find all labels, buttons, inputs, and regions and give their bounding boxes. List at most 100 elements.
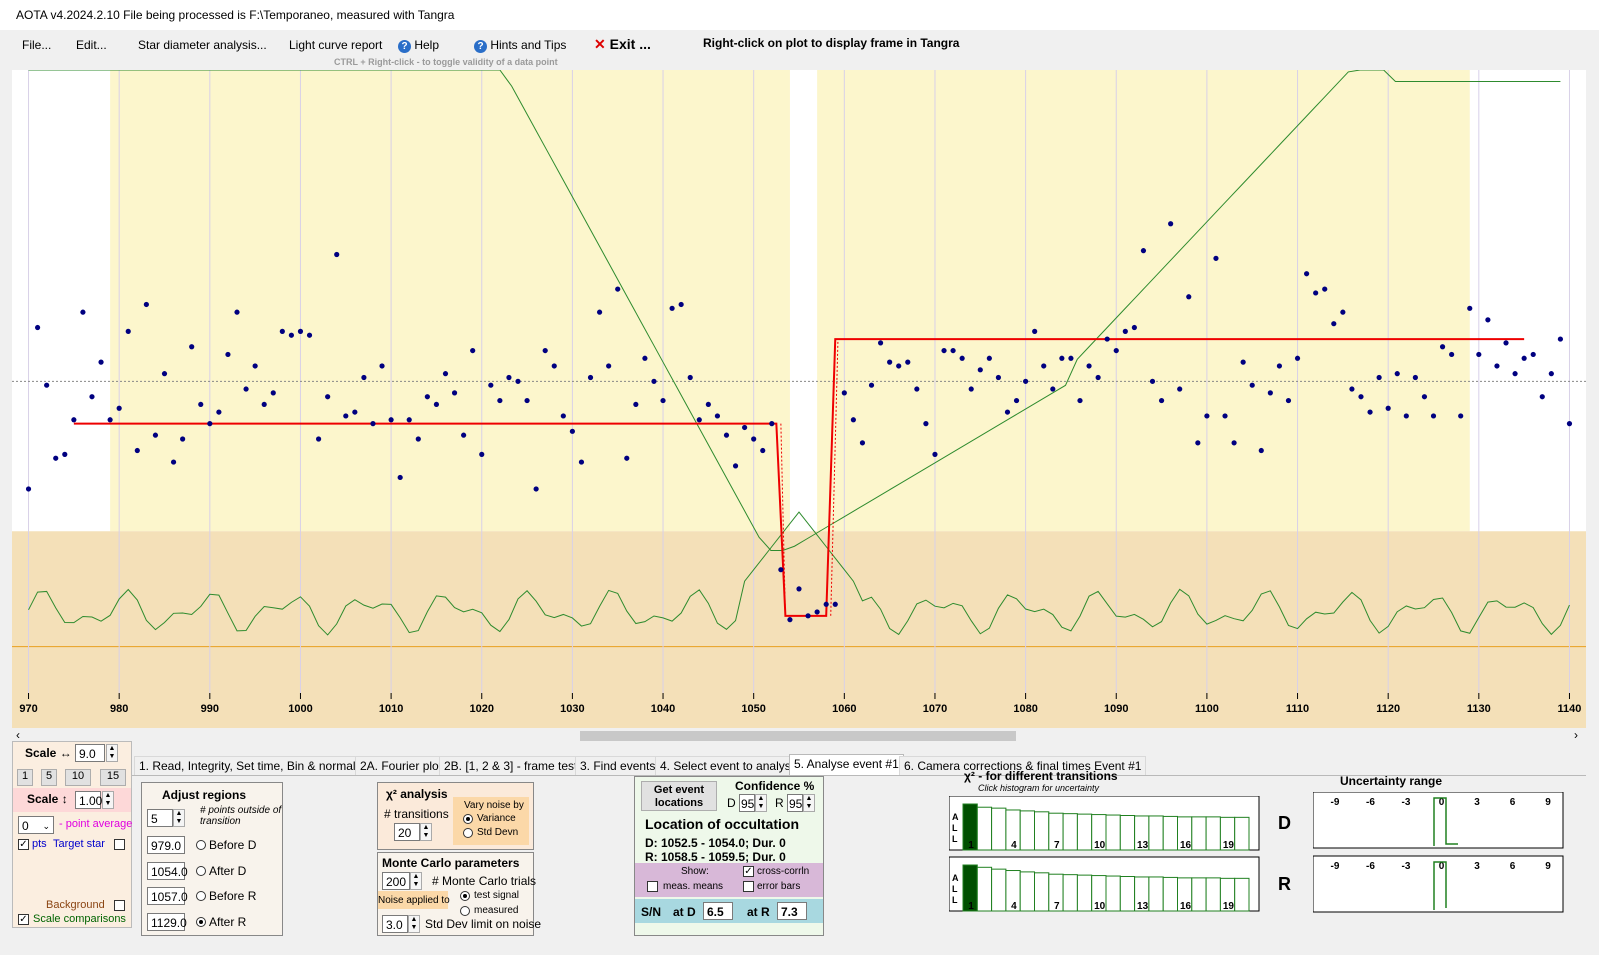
uncertainty-d-plot[interactable]: -9 -6 -3 0 3 6 9 — [1313, 792, 1564, 849]
get-event-locations-button[interactable]: Get event locations — [641, 781, 717, 811]
stddev-limit-spinner[interactable]: ▲ ▼ — [408, 915, 420, 933]
exit-menu[interactable]: ✕ Exit ... — [594, 36, 651, 53]
data-point — [705, 401, 711, 408]
data-point — [932, 451, 938, 457]
scrollbar-thumb[interactable] — [580, 731, 1016, 741]
data-point — [1467, 305, 1473, 311]
x-tick-label: 1030 — [560, 703, 584, 715]
after-r-radio[interactable] — [196, 917, 206, 927]
chi2-histogram-r[interactable]: ALL1 4 7 10 13 16 19 — [949, 856, 1260, 912]
data-point — [859, 440, 866, 446]
plot-scrollbar[interactable]: ‹ › — [12, 728, 1586, 744]
scale-preset-1[interactable]: 1 — [17, 769, 33, 786]
stddev-label: Std Devn — [477, 827, 519, 838]
after-r-input[interactable]: 1129.0 — [147, 913, 187, 931]
before-d-radio[interactable] — [196, 840, 206, 850]
tab-read-integrity[interactable]: 1. Read, Integrity, Set time, Bin & norm… — [134, 756, 376, 775]
variance-radio[interactable] — [463, 814, 473, 824]
meas-means-checkbox[interactable] — [647, 881, 658, 892]
all-label: A — [952, 873, 959, 883]
scale-preset-15[interactable]: 15 — [100, 769, 126, 786]
test-signal-radio[interactable] — [460, 891, 470, 901]
histogram-title: χ² - for different transitions — [964, 769, 1118, 783]
data-point — [216, 409, 222, 415]
error-bars-checkbox[interactable] — [743, 881, 754, 892]
data-point — [787, 617, 793, 623]
transitions-spinner[interactable]: ▲ ▼ — [420, 823, 432, 841]
before-d-input[interactable]: 979.0 — [147, 836, 185, 854]
scale-vertical-spinner[interactable]: ▲ ▼ — [102, 791, 114, 809]
data-point — [1476, 351, 1482, 358]
ctrl-right-click-hint: CTRL + Right-click - to toggle validity … — [334, 57, 558, 67]
data-point — [533, 486, 539, 492]
data-point — [669, 305, 675, 311]
tab-analyse-event[interactable]: 5. Analyse event #1 — [789, 754, 904, 775]
scroll-right-icon[interactable]: › — [1574, 728, 1578, 742]
histogram-bar — [976, 806, 993, 851]
scroll-left-icon[interactable]: ‹ — [16, 728, 20, 742]
data-point — [633, 401, 639, 408]
scale-vertical-label: Scale ↕ — [27, 792, 68, 806]
monte-carlo-trials-spinner[interactable]: ▲ ▼ — [410, 872, 422, 890]
tab-find-events[interactable]: 3. Find events — [575, 756, 661, 775]
uncertainty-tick-label: 9 — [1545, 797, 1551, 808]
data-point — [1258, 447, 1264, 454]
after-d-input[interactable]: 1054.0 — [147, 862, 188, 880]
scale-horizontal-input[interactable]: 9.0 — [75, 744, 105, 762]
point-average-select[interactable]: 0 ⌄ — [18, 816, 54, 834]
data-point — [578, 459, 585, 465]
edit-menu[interactable]: Edit... — [76, 38, 107, 52]
tab-frame-test[interactable]: 2B. [1, 2 & 3] - frame test — [439, 756, 583, 775]
tab-fourier[interactable]: 2A. Fourier plot — [355, 756, 448, 775]
confidence-d-spinner[interactable]: ▲ ▼ — [755, 794, 767, 812]
data-point — [941, 347, 947, 354]
background-checkbox[interactable] — [114, 900, 125, 911]
x-tick-label: 1020 — [470, 703, 494, 715]
scale-preset-10[interactable]: 10 — [65, 769, 91, 786]
hints-menu[interactable]: ? Hints and Tips — [474, 38, 566, 53]
data-point — [1548, 371, 1554, 377]
after-d-radio[interactable] — [196, 866, 206, 876]
scale-vertical-input[interactable]: 1.00 — [75, 791, 102, 809]
location-panel: Get event locations Confidence % D 95 ▲ ▼… — [634, 776, 824, 936]
scale-horizontal-spinner[interactable]: ▲ ▼ — [106, 744, 118, 762]
chi2-histogram-d[interactable]: ALL1 4 7 10 13 16 19 — [949, 796, 1260, 851]
cross-correlation-checkbox[interactable]: ✓ — [743, 866, 754, 877]
data-point — [1095, 374, 1101, 381]
uncertainty-r-plot[interactable]: -9 -6 -3 0 3 6 9 — [1313, 855, 1564, 913]
help-menu[interactable]: ? Help — [398, 38, 439, 53]
stddev-limit-input[interactable]: 3.0 — [382, 915, 408, 933]
scale-comparisons-label: Scale comparisons — [33, 913, 126, 925]
points-outside-input[interactable]: 5 — [147, 809, 173, 827]
target-star-checkbox[interactable] — [114, 839, 125, 850]
light-curve-plot[interactable]: 970 980 990 1000 1010 1020 1030 1040 1050 1060 107… — [12, 70, 1586, 728]
file-menu[interactable]: File... — [22, 38, 51, 52]
confidence-d-input[interactable]: 95 — [739, 794, 755, 812]
help-icon: ? — [474, 40, 487, 53]
light-curve-report-menu[interactable]: Light curve report — [289, 38, 382, 52]
confidence-r-input[interactable]: 95 — [787, 794, 803, 812]
data-point — [1285, 397, 1292, 404]
data-point — [116, 405, 122, 411]
tab-select-event[interactable]: 4. Select event to analyse — [655, 756, 803, 775]
x-tick-label: 990 — [201, 703, 219, 715]
confidence-r-spinner[interactable]: ▲ ▼ — [803, 794, 815, 812]
points-outside-spinner[interactable]: ▲ ▼ — [173, 809, 185, 827]
stddev-radio[interactable] — [463, 828, 473, 838]
data-point — [877, 340, 884, 346]
scale-preset-5[interactable]: 5 — [41, 769, 57, 786]
star-diameter-menu[interactable]: Star diameter analysis... — [138, 38, 267, 52]
transitions-input[interactable]: 20 — [394, 823, 420, 841]
pts-checkbox[interactable]: ✓ — [18, 839, 29, 850]
before-r-input[interactable]: 1057.0 — [147, 887, 188, 905]
data-point — [896, 363, 902, 369]
monte-carlo-trials-input[interactable]: 200 — [382, 872, 410, 890]
chi2-histograms[interactable]: ALL1 4 7 10 13 16 19 ALL1 4 7 10 13 16 19 — [949, 796, 1269, 916]
scale-comparisons-checkbox[interactable]: ✓ — [18, 914, 29, 925]
uncertainty-tick-label: 9 — [1545, 861, 1551, 872]
measured-radio[interactable] — [460, 906, 470, 916]
uncertainty-plots[interactable]: -9 -6 -3 0 3 6 9 -9 -6 -3 0 3 6 9 — [1313, 792, 1573, 917]
data-point — [596, 309, 603, 315]
before-r-radio[interactable] — [196, 891, 206, 901]
data-point — [470, 347, 476, 354]
